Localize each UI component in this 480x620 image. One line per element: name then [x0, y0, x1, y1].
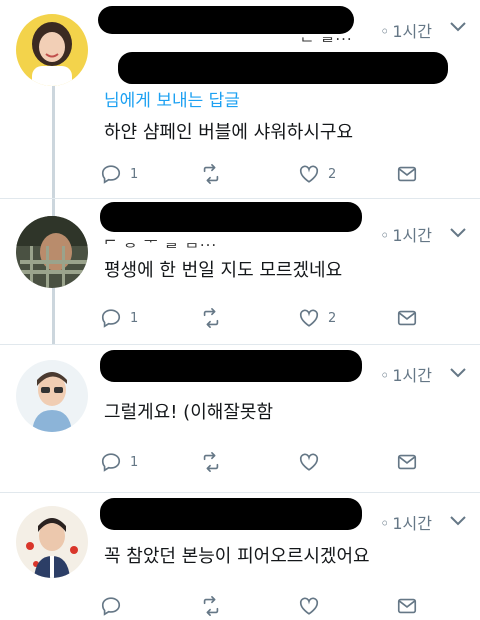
chevron-down-icon[interactable] [450, 516, 466, 526]
message-button[interactable] [396, 162, 418, 186]
divider [0, 344, 480, 345]
avatar[interactable] [16, 506, 88, 578]
retweet-icon [203, 452, 219, 472]
tweet-actions [100, 594, 430, 618]
retweet-button[interactable] [200, 594, 222, 618]
redacted-username [100, 350, 362, 382]
reply-count: 1 [130, 166, 139, 182]
like-count: 2 [328, 310, 337, 326]
heart-icon [299, 597, 319, 615]
reply-count: 1 [130, 454, 139, 470]
like-button[interactable]: 2 [298, 306, 336, 330]
tweet-text: 하얀 샴페인 버블에 샤워하시구요 [104, 122, 354, 143]
like-button[interactable] [298, 450, 328, 474]
thread-line [52, 86, 55, 344]
reply-button[interactable] [100, 594, 130, 618]
timestamp[interactable]: ◦ 1시간 [380, 362, 432, 386]
avatar[interactable] [16, 14, 88, 86]
avatar[interactable] [16, 360, 88, 432]
retweet-icon [203, 164, 219, 184]
divider [0, 492, 480, 493]
retweet-icon [203, 596, 219, 616]
envelope-icon [397, 454, 417, 470]
retweet-button[interactable] [200, 306, 222, 330]
reply-icon [101, 165, 121, 184]
redacted-reply-target [118, 52, 448, 84]
like-count: 2 [328, 166, 337, 182]
tweet-actions: 1 2 [100, 306, 430, 330]
redacted-username [100, 498, 362, 530]
avatar[interactable] [16, 216, 88, 288]
tweet-text: 꼭 참았던 본능이 피어오르시겠어요 [104, 546, 370, 567]
retweet-button[interactable] [200, 162, 222, 186]
reply-button[interactable]: 1 [100, 450, 138, 474]
timestamp[interactable]: ◦ 1시간 [380, 18, 432, 42]
reply-icon [101, 309, 121, 328]
reply-count: 1 [130, 310, 139, 326]
timestamp[interactable]: ◦ 1시간 [380, 222, 432, 246]
message-button[interactable] [396, 594, 418, 618]
tweet-actions: 1 [100, 450, 430, 474]
chevron-down-icon[interactable] [450, 368, 466, 378]
tweet-text: 평생에 한 번일 지도 모르겠네요 [104, 260, 343, 281]
reply-icon [101, 453, 121, 472]
divider [0, 198, 480, 199]
partial-handle: ⌐ ᆼ ᅮ ᆯ ᆷ... [104, 232, 218, 250]
envelope-icon [397, 166, 417, 182]
tweet-text: 그럴게요! (이해잘못함 [104, 402, 273, 423]
chevron-down-icon[interactable] [450, 22, 466, 32]
like-button[interactable]: 2 [298, 162, 336, 186]
reply-button[interactable]: 1 [100, 306, 138, 330]
reply-icon [101, 597, 121, 616]
retweet-button[interactable] [200, 450, 222, 474]
like-button[interactable] [298, 594, 328, 618]
reply-to-label: 님에게 보내는 답글 [104, 91, 240, 111]
heart-icon [299, 165, 319, 183]
partial-handle: ᆫ ᆯ... [300, 26, 353, 44]
heart-icon [299, 453, 319, 471]
timestamp[interactable]: ◦ 1시간 [380, 510, 432, 534]
redacted-username [100, 202, 362, 232]
heart-icon [299, 309, 319, 327]
message-button[interactable] [396, 450, 418, 474]
message-button[interactable] [396, 306, 418, 330]
envelope-icon [397, 598, 417, 614]
reply-button[interactable]: 1 [100, 162, 138, 186]
retweet-icon [203, 308, 219, 328]
chevron-down-icon[interactable] [450, 228, 466, 238]
tweet-actions: 1 2 [100, 162, 430, 186]
envelope-icon [397, 310, 417, 326]
